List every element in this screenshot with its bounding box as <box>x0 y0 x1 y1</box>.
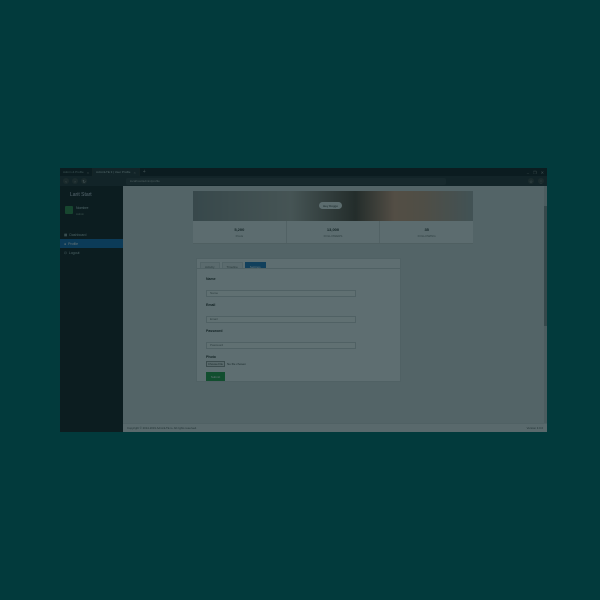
stat-posts: 5,200 Posts <box>193 221 287 243</box>
settings-card: Activity Timeline Settings Name Email Pa… <box>196 258 401 382</box>
name-field[interactable] <box>206 289 356 297</box>
stat-value: 5,200 <box>234 226 245 232</box>
sidebar-item-dashboard[interactable]: ▦ Dashboard <box>60 230 123 239</box>
photo-file-input: Choose File No file chosen <box>206 361 391 367</box>
choose-file-button[interactable]: Choose File <box>206 361 225 367</box>
email-field[interactable] <box>206 315 356 323</box>
back-icon[interactable]: ‹ <box>63 178 69 184</box>
sidebar-item-profile[interactable]: ● Profile <box>60 239 123 248</box>
stat-label: FOLLOWERS <box>323 233 343 238</box>
stat-label: Posts <box>235 233 244 238</box>
tab-settings[interactable]: Settings <box>244 262 266 269</box>
minimize-icon[interactable]: – <box>527 170 529 175</box>
footer: Copyright © 2014-2019 AdminLTE.io. All r… <box>123 423 547 432</box>
scrollbar[interactable] <box>544 186 547 432</box>
profile-tabs: Activity Timeline Settings <box>197 259 400 269</box>
tab-timeline[interactable]: Timeline <box>221 262 243 269</box>
email-label: Email <box>206 303 216 307</box>
sidebar-item-label: Dashboard <box>69 232 87 237</box>
tab-activity[interactable]: Activity <box>200 262 220 269</box>
sidebar-item-logout[interactable]: ⏻ Logout <box>60 248 123 257</box>
password-field[interactable] <box>206 341 356 349</box>
brand-logo[interactable]: Larit Start <box>60 186 123 198</box>
reload-icon[interactable]: ↻ <box>81 178 87 184</box>
sidebar-item-label: Logout <box>68 250 80 255</box>
user-status: Admin <box>76 212 84 216</box>
user-name[interactable]: Nombre <box>76 206 88 210</box>
bookmark-icon[interactable]: ☆ <box>528 178 534 184</box>
close-tab-icon[interactable]: × <box>87 170 89 175</box>
browser-tab-label: Admin & Profile <box>63 170 84 174</box>
user-icon: ● <box>64 241 67 246</box>
sidebar: Larit Start Nombre Admin ▦ Dashboard ● P… <box>60 186 123 432</box>
name-label: Name <box>206 277 216 281</box>
forward-icon[interactable]: › <box>72 178 78 184</box>
window-controls: – ❐ ✕ <box>527 170 547 175</box>
photo-label: Photo <box>206 355 216 359</box>
main-content: Hey Doggo 5,200 Posts 13,000 FOLLOWERS 3… <box>123 186 547 432</box>
avatar <box>65 206 73 214</box>
stat-label: FOLLOWING <box>417 233 436 238</box>
stat-value: 13,000 <box>326 226 340 232</box>
browser-tab-active[interactable]: AdminLTE 3 | User Profile × <box>93 168 140 176</box>
stat-followers: 13,000 FOLLOWERS <box>287 221 381 243</box>
stat-following: 35 FOLLOWING <box>380 221 473 243</box>
stat-value: 35 <box>424 226 429 232</box>
submit-button[interactable]: Submit <box>206 372 225 381</box>
profile-name-badge: Hey Doggo <box>319 202 343 209</box>
file-status: No file chosen <box>226 362 246 366</box>
maximize-icon[interactable]: ❐ <box>533 170 537 175</box>
extensions-icon[interactable]: ⋮ <box>538 178 544 184</box>
new-tab-button[interactable]: + <box>140 169 149 175</box>
browser-toolbar: ‹ › ↻ localhost/admin/profile ☆ ⋮ <box>60 176 547 186</box>
address-text: localhost/admin/profile <box>130 179 160 183</box>
logout-icon: ⏻ <box>64 250 67 255</box>
close-window-icon[interactable]: ✕ <box>541 170 544 175</box>
password-label: Password <box>206 329 223 333</box>
browser-tab-label: AdminLTE 3 | User Profile <box>96 170 131 174</box>
dashboard-icon: ▦ <box>64 232 68 237</box>
sidebar-nav: ▦ Dashboard ● Profile ⏻ Logout <box>60 230 123 257</box>
address-bar[interactable]: localhost/admin/profile <box>126 177 446 185</box>
profile-stats: 5,200 Posts 13,000 FOLLOWERS 35 FOLLOWIN… <box>193 221 473 244</box>
settings-form: Name Email Password Photo Choose File No… <box>197 269 400 385</box>
footer-copyright: Copyright © 2014-2019 AdminLTE.io. All r… <box>127 426 197 430</box>
browser-tab-bar: Admin & Profile × AdminLTE 3 | User Prof… <box>60 168 547 176</box>
user-panel: Nombre Admin <box>60 198 123 216</box>
browser-tab[interactable]: Admin & Profile × <box>60 168 94 176</box>
footer-version: Version 3.0.0 <box>526 426 543 430</box>
app-screenshot: Admin & Profile × AdminLTE 3 | User Prof… <box>60 168 547 432</box>
scrollbar-thumb[interactable] <box>544 206 547 326</box>
close-tab-icon[interactable]: × <box>133 170 135 175</box>
sidebar-item-label: Profile <box>68 241 79 246</box>
